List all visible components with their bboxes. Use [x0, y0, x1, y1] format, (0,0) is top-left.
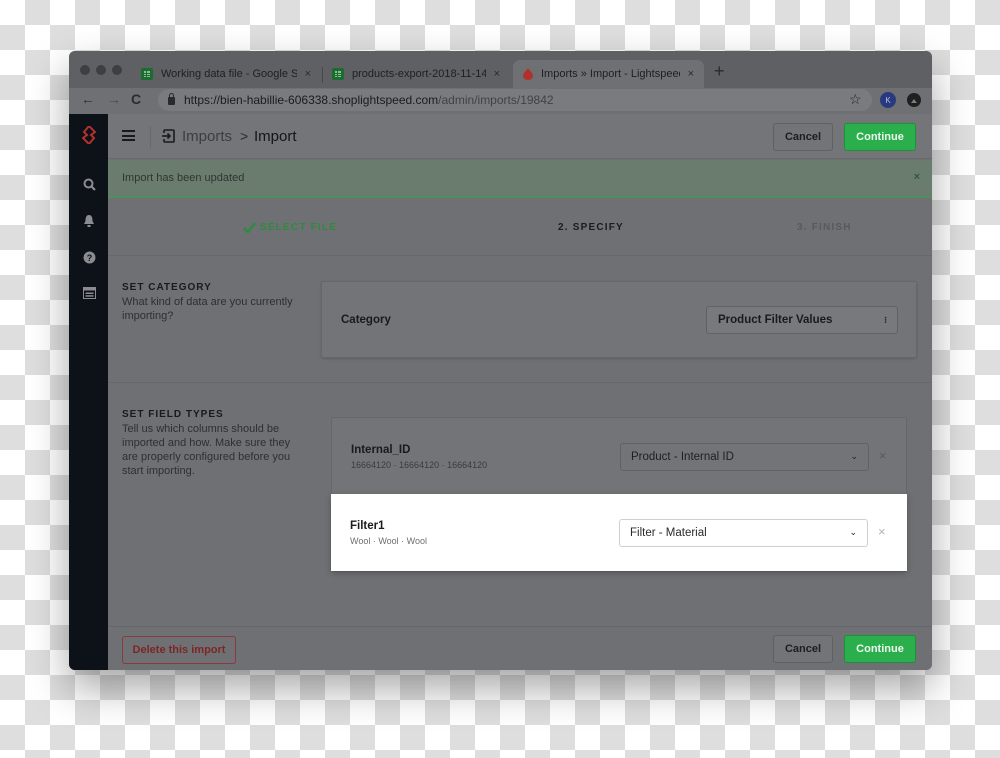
set-category-description: What kind of data are you currently impo… — [122, 296, 293, 322]
set-field-types-title: SET FIELD TYPES — [122, 409, 224, 420]
chevron-down-icon: ⌄ — [850, 451, 858, 461]
lightspeed-logo-icon[interactable] — [81, 126, 97, 144]
app: ? Imports > Import Cancel Continue Impor… — [69, 114, 932, 670]
browser-tab[interactable]: products-export-2018-11-14-1 × — [322, 60, 510, 88]
footer-continue-button[interactable]: Continue — [844, 635, 916, 663]
browser-window: Working data file - Google She × product… — [69, 51, 932, 670]
google-sheets-icon — [332, 68, 344, 80]
category-card: Category Product Filter Values ⁝ — [321, 281, 917, 358]
maximize-window-button[interactable] — [112, 65, 122, 75]
step-specify: 2. SPECIFY — [558, 222, 624, 233]
back-arrow-icon[interactable]: ← — [81, 91, 95, 107]
remove-field-icon[interactable]: × — [878, 524, 886, 539]
page-title: Import — [254, 128, 297, 145]
bookmark-star-icon[interactable]: ☆ — [849, 91, 862, 108]
field-row-highlighted: Filter1 Wool · Wool · Wool Filter - Mate… — [331, 494, 907, 571]
field-type-select[interactable]: Product - Internal ID ⌄ — [620, 443, 869, 471]
breadcrumb-chevron-icon: > — [240, 128, 249, 144]
browser-tab-active[interactable]: Imports » Import - Lightspeed × — [513, 60, 704, 88]
sidebar: ? — [69, 114, 108, 670]
page-footer: Delete this import Cancel Continue — [108, 626, 932, 670]
field-type-select[interactable]: Filter - Material ⌄ — [619, 519, 868, 547]
field-name: Internal_ID — [351, 444, 411, 456]
notifications-bell-icon[interactable] — [81, 212, 97, 228]
forward-arrow-icon[interactable]: → — [107, 91, 121, 107]
step-finish: 3. FINISH — [797, 222, 852, 233]
minimize-window-button[interactable] — [96, 65, 106, 75]
page-header: Imports > Import Cancel Continue — [108, 114, 932, 159]
window-controls — [80, 65, 122, 75]
banner-message: Import has been updated — [122, 172, 245, 184]
extension-icon[interactable] — [907, 93, 921, 107]
close-tab-icon[interactable]: × — [494, 68, 500, 80]
close-window-button[interactable] — [80, 65, 90, 75]
storefront-icon[interactable] — [81, 285, 97, 301]
select-arrows-icon: ⁝ — [884, 315, 887, 325]
import-steps: SELECT FILE 2. SPECIFY 3. FINISH — [108, 200, 932, 256]
step-select-file: SELECT FILE — [243, 222, 337, 233]
header-continue-button[interactable]: Continue — [844, 123, 916, 151]
help-icon[interactable]: ? — [81, 249, 97, 265]
field-row: Internal_ID 16664120 · 16664120 · 166641… — [332, 418, 908, 495]
close-tab-icon[interactable]: × — [305, 68, 311, 80]
browser-toolbar: ← → C https://bien-habillie-606338.shopl… — [69, 88, 932, 114]
delete-import-button[interactable]: Delete this import — [122, 636, 236, 664]
url-path: /admin/imports/19842 — [438, 93, 554, 107]
field-sample-values: 16664120 · 16664120 · 16664120 — [351, 460, 488, 470]
new-tab-button[interactable]: + — [714, 61, 725, 82]
chevron-down-icon: ⌄ — [849, 527, 857, 537]
tab-strip: Working data file - Google She × product… — [69, 51, 932, 88]
main-content: Imports > Import Cancel Continue Import … — [108, 114, 932, 670]
google-sheets-icon — [141, 68, 153, 80]
banner-close-icon[interactable]: × — [914, 171, 920, 183]
browser-tab[interactable]: Working data file - Google She × — [131, 60, 321, 88]
section-divider — [108, 382, 932, 383]
breadcrumb-imports-link[interactable]: Imports — [182, 128, 232, 145]
checkmark-icon — [243, 222, 256, 233]
import-icon — [162, 129, 175, 148]
url-host: https://bien-habillie-606338.shoplightsp… — [184, 93, 439, 107]
set-category-title: SET CATEGORY — [122, 282, 212, 293]
header-divider — [150, 126, 151, 148]
category-select[interactable]: Product Filter Values ⁝ — [706, 306, 898, 334]
svg-text:?: ? — [86, 253, 92, 263]
footer-cancel-button[interactable]: Cancel — [773, 635, 833, 663]
success-banner: Import has been updated × — [108, 160, 932, 198]
set-field-types-description: Tell us which columns should be imported… — [122, 423, 291, 477]
menu-icon[interactable] — [122, 130, 135, 141]
field-sample-values: Wool · Wool · Wool — [350, 536, 428, 546]
reload-icon[interactable]: C — [131, 91, 141, 107]
close-tab-icon[interactable]: × — [688, 68, 694, 80]
search-icon[interactable] — [81, 176, 97, 192]
category-label: Category — [341, 314, 391, 326]
lightspeed-flame-icon — [523, 68, 533, 80]
header-cancel-button[interactable]: Cancel — [773, 123, 833, 151]
lock-icon — [168, 93, 175, 105]
remove-field-icon[interactable]: × — [879, 448, 887, 463]
profile-avatar[interactable]: K — [880, 92, 896, 108]
field-name: Filter1 — [350, 520, 385, 532]
address-bar[interactable]: https://bien-habillie-606338.shoplightsp… — [158, 89, 872, 111]
